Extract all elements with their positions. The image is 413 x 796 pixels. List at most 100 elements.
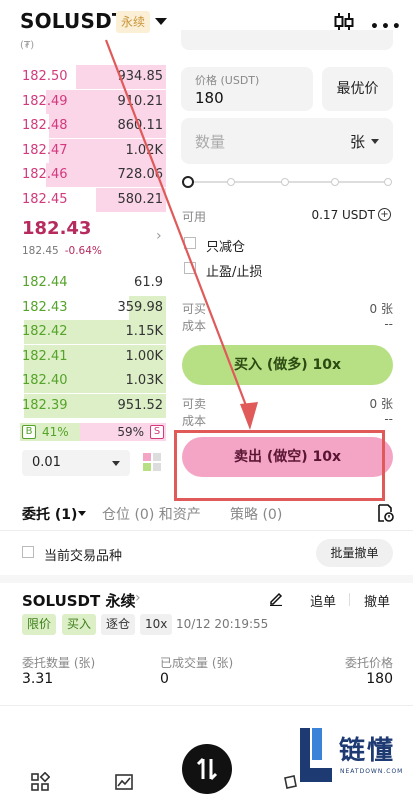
divider: [0, 530, 413, 531]
current-symbol-label: 当前交易品种: [44, 549, 123, 564]
ask-price: 182.49: [22, 93, 68, 109]
orderbook-bid-row[interactable]: 182.44 61.9: [0, 270, 166, 296]
quantity-slider[interactable]: [182, 176, 392, 188]
ask-qty: 1.02K: [125, 142, 163, 158]
ask-qty: 910.21: [117, 93, 164, 109]
orderbook-ask-row[interactable]: 182.50 934.85: [0, 64, 166, 90]
available-value: 0.17 USDT: [311, 208, 375, 222]
market-icon[interactable]: [30, 772, 50, 792]
edit-icon[interactable]: [268, 590, 284, 606]
orderbook-ask-row[interactable]: 182.46 728.06: [0, 162, 166, 188]
bid-price: 182.40: [22, 373, 68, 388]
bid-price: 182.41: [22, 348, 68, 364]
chevron-right-icon[interactable]: ›: [156, 228, 162, 244]
symbol-title[interactable]: SOLUSDT: [20, 9, 126, 33]
annotation-highlight-box: [174, 430, 385, 501]
ask-price: 182.45: [22, 191, 68, 207]
price-input[interactable]: 价格 (USDT) 180: [181, 67, 313, 111]
quantity-placeholder: 数量: [195, 133, 226, 151]
orderbook-bid-row[interactable]: 182.43 359.98: [0, 295, 166, 321]
chart-icon[interactable]: [114, 772, 134, 792]
margin-mode-chip: 逐仓: [101, 614, 136, 635]
section-gap: [0, 575, 413, 583]
precision-select[interactable]: 0.01: [22, 450, 130, 476]
price-input-value: 180: [195, 89, 224, 107]
leverage-chip: 10x: [140, 614, 173, 635]
tab-strategy[interactable]: 策略 (0): [230, 504, 282, 524]
buy-sell-ratio-bar: B 41% 59% S: [20, 423, 166, 441]
sell-ratio-percent: 59%: [117, 425, 144, 439]
chevron-down-icon: [112, 461, 120, 466]
bid-qty: 1.15K: [125, 324, 163, 339]
orderbook-bid-row[interactable]: 182.42 1.15K: [0, 319, 166, 345]
orderbook-layout-icon[interactable]: [142, 452, 162, 472]
price-change: -0.64%: [64, 245, 102, 257]
bid-qty: 951.52: [117, 397, 164, 413]
bid-price: 182.39: [22, 397, 68, 413]
filled-qty-label: 已成交量 (张): [160, 656, 234, 670]
chevron-down-icon[interactable]: [155, 18, 167, 25]
watermark-brand-text: 链懂: [339, 736, 396, 766]
sell-ratio-label: S: [150, 425, 164, 439]
orderbook-ask-row[interactable]: 182.47 1.02K: [0, 138, 166, 164]
trade-button[interactable]: [182, 744, 232, 794]
reduce-only-checkbox[interactable]: [184, 237, 196, 249]
bid-qty: 61.9: [134, 275, 163, 290]
chevron-down-icon[interactable]: [371, 139, 379, 144]
price-input-label: 价格 (USDT): [195, 74, 260, 87]
quantity-input[interactable]: 数量 张: [181, 118, 393, 164]
order-symbol[interactable]: SOLUSDT 永续: [22, 590, 135, 611]
order-qty-value: 3.31: [22, 671, 54, 687]
divider: [0, 705, 413, 706]
sell-cost-label: 成本: [182, 414, 207, 428]
batch-cancel-button[interactable]: 批量撤单: [316, 539, 393, 567]
watermark-site-text: NEATDOWN.COM: [340, 768, 404, 775]
max-buy-value: 0 张: [369, 302, 393, 316]
sell-cost-value: --: [384, 412, 393, 426]
slider-step-25[interactable]: [227, 178, 235, 186]
ask-price: 182.48: [22, 118, 68, 133]
orderbook-bid-row[interactable]: 182.41 1.00K: [0, 344, 166, 370]
slider-step-50[interactable]: [281, 178, 289, 186]
max-buy-label: 可买: [182, 302, 207, 316]
tp-sl-label: 止盈/止损: [206, 265, 263, 280]
orderbook-ask-row[interactable]: 182.45 580.21: [0, 187, 166, 213]
add-funds-icon[interactable]: +: [378, 208, 391, 221]
divider: [349, 593, 350, 606]
slider-step-75[interactable]: [331, 178, 339, 186]
current-symbol-checkbox[interactable]: [22, 546, 34, 558]
best-price-button[interactable]: 最优价: [322, 67, 393, 111]
buy-cost-label: 成本: [182, 319, 207, 333]
ask-qty: 934.85: [117, 69, 164, 84]
ask-price: 182.46: [22, 167, 68, 182]
tab-orders[interactable]: 委托 (1): [22, 504, 77, 524]
order-type-select[interactable]: [181, 30, 393, 50]
orderbook-ask-row[interactable]: 182.48 860.11: [0, 113, 166, 139]
bid-qty: 1.00K: [125, 348, 163, 364]
order-type-chip: 限价: [22, 614, 57, 635]
order-time: 10/12 20:19:55: [176, 617, 269, 631]
buy-cost-value: --: [384, 317, 393, 331]
ask-price: 182.47: [22, 142, 68, 158]
bid-price: 182.44: [22, 275, 68, 290]
tab-positions[interactable]: 仓位 (0) 和资产: [102, 504, 201, 524]
quantity-unit[interactable]: 张: [350, 131, 365, 152]
orderbook-bid-row[interactable]: 182.40 1.03K: [0, 368, 166, 394]
ask-price: 182.50: [22, 69, 68, 84]
orderbook-ask-row[interactable]: 182.49 910.21: [0, 89, 166, 115]
order-history-icon[interactable]: [376, 504, 394, 522]
orderbook-bid-row[interactable]: 182.39 951.52: [0, 393, 166, 419]
chevron-down-icon[interactable]: [78, 511, 86, 516]
slider-step-100[interactable]: [384, 178, 392, 186]
cancel-order-button[interactable]: 撤单: [364, 591, 390, 610]
max-sell-label: 可卖: [182, 397, 207, 411]
buy-long-button[interactable]: 买入 (做多) 10x: [182, 345, 393, 385]
buy-ratio-label: B: [22, 425, 36, 439]
swap-arrows-icon: [196, 757, 218, 781]
available-label: 可用: [182, 210, 207, 224]
tp-sl-checkbox[interactable]: [184, 262, 196, 274]
chase-order-button[interactable]: 追单: [310, 591, 336, 610]
chevron-right-icon[interactable]: ›: [135, 590, 141, 606]
ask-qty: 860.11: [117, 118, 164, 133]
slider-knob[interactable]: [182, 176, 194, 188]
